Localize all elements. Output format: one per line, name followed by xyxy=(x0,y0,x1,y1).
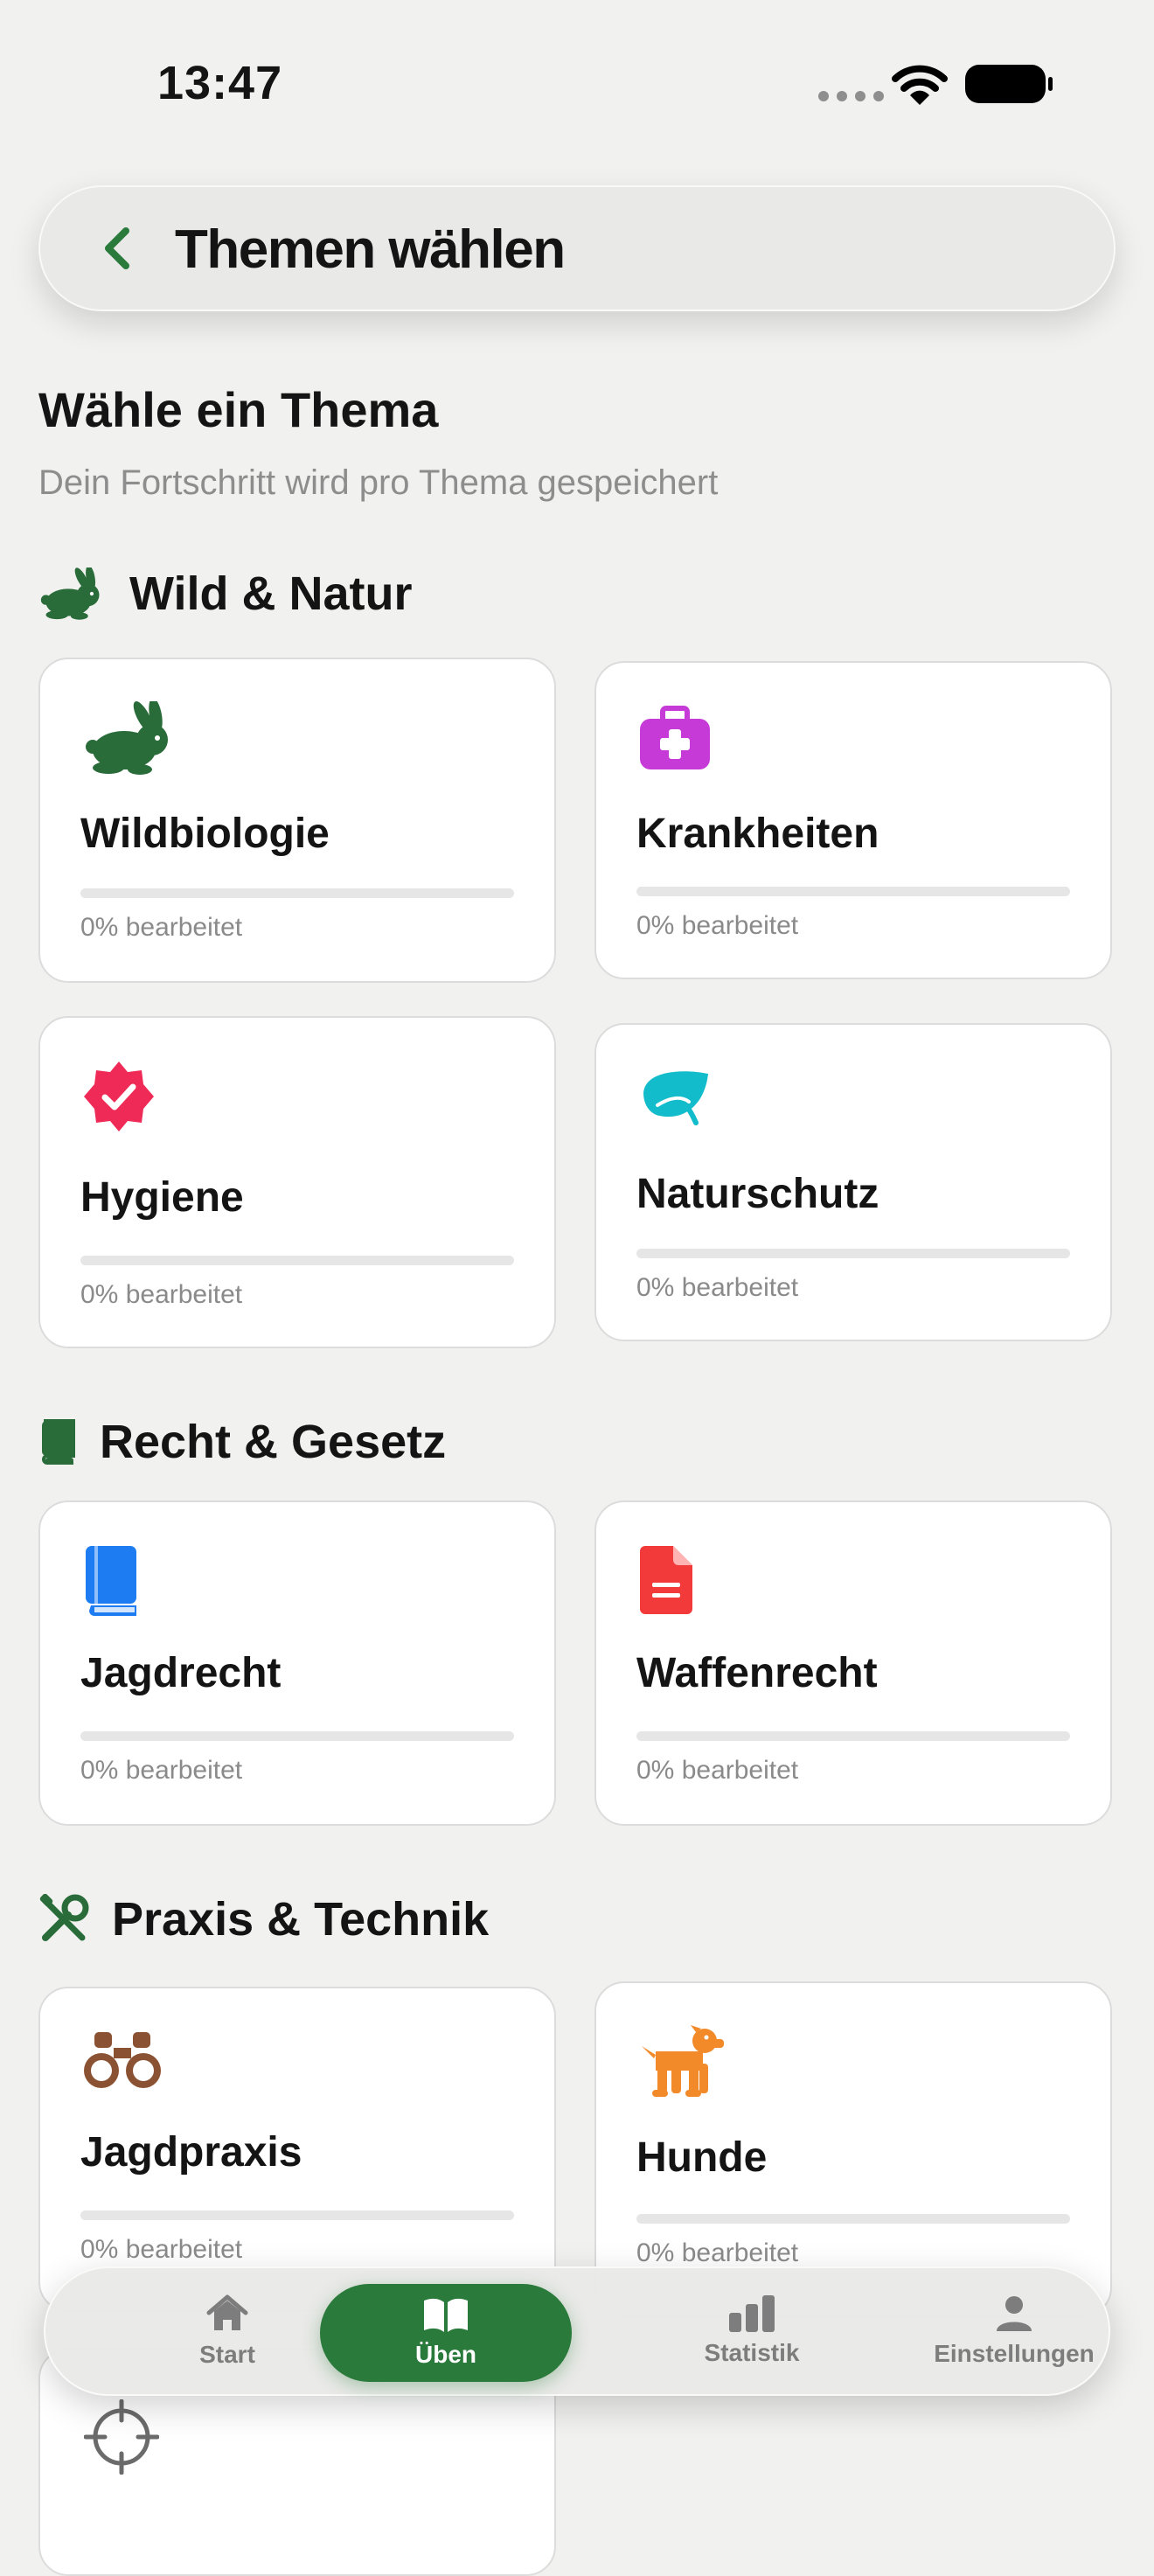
progress-text: 0% bearbeitet xyxy=(636,1756,799,1785)
rabbit-icon xyxy=(40,567,100,620)
progress-bar xyxy=(636,1249,1070,1258)
progress-text: 0% bearbeitet xyxy=(80,913,243,942)
navigation-bar: Themen wählen xyxy=(38,185,1116,311)
topic-title: Naturschutz xyxy=(636,1171,879,1217)
house-icon xyxy=(206,2294,248,2330)
document-icon xyxy=(640,1546,692,1614)
progress-bar xyxy=(80,1256,514,1265)
person-icon xyxy=(997,2296,1032,2331)
section-header-praxis-technik: Praxis & Technik xyxy=(38,1892,489,1946)
battery-icon xyxy=(965,65,1053,103)
tab-label: Statistik xyxy=(704,2339,800,2366)
tab-ueben[interactable]: Üben xyxy=(320,2284,572,2382)
back-chevron-icon[interactable] xyxy=(87,217,150,280)
book-icon xyxy=(86,1546,136,1616)
progress-text: 0% bearbeitet xyxy=(636,911,799,940)
topic-card-wildbiologie[interactable]: Wildbiologie 0% bearbeitet xyxy=(38,658,556,983)
topic-card-jagdrecht[interactable]: Jagdrecht 0% bearbeitet xyxy=(38,1500,556,1826)
tab-label: Einstellungen xyxy=(934,2340,1095,2367)
page-heading: Wähle ein Thema xyxy=(38,382,439,437)
medical-kit-icon xyxy=(640,706,710,769)
tab-label: Start xyxy=(199,2341,255,2368)
binoculars-icon xyxy=(84,2032,161,2088)
verified-badge-icon xyxy=(84,1062,154,1131)
topic-card-jagdpraxis[interactable]: Jagdpraxis 0% bearbeitet xyxy=(38,1987,556,2312)
progress-bar xyxy=(636,887,1070,896)
topic-title: Waffenrecht xyxy=(636,1650,878,1696)
tab-label: Üben xyxy=(415,2341,476,2368)
dog-icon xyxy=(642,2025,724,2097)
topic-title: Hygiene xyxy=(80,1174,244,1221)
section-title: Praxis & Technik xyxy=(112,1893,490,1946)
rabbit-icon xyxy=(86,701,168,775)
progress-bar xyxy=(80,2210,514,2220)
topic-card-waffenrecht[interactable]: Waffenrecht 0% bearbeitet xyxy=(594,1500,1112,1826)
progress-text: 0% bearbeitet xyxy=(80,1756,243,1785)
section-header-wild-natur: Wild & Natur xyxy=(38,567,413,621)
tab-einstellungen[interactable]: Einstellungen xyxy=(866,2266,1154,2396)
cellular-signal-icon xyxy=(818,91,884,101)
section-header-recht-gesetz: Recht & Gesetz xyxy=(38,1415,446,1469)
topic-title: Jagdrecht xyxy=(80,1650,282,1696)
status-time: 13:47 xyxy=(157,57,283,109)
topic-card-krankheiten[interactable]: Krankheiten 0% bearbeitet xyxy=(594,661,1112,979)
progress-text: 0% bearbeitet xyxy=(80,1280,243,1309)
topic-title: Hunde xyxy=(636,2134,768,2181)
tab-start[interactable]: Start xyxy=(96,2266,358,2396)
book-icon xyxy=(42,1419,75,1465)
progress-bar xyxy=(636,1731,1070,1741)
tools-icon xyxy=(39,1894,89,1941)
topic-card-hygiene[interactable]: Hygiene 0% bearbeitet xyxy=(38,1016,556,1348)
section-title: Wild & Natur xyxy=(129,567,413,620)
tab-bar: Start Üben Statistik Einstellungen xyxy=(44,2266,1110,2396)
topic-title: Jagdpraxis xyxy=(80,2129,302,2176)
nav-title: Themen wählen xyxy=(175,219,566,280)
topic-card-naturschutz[interactable]: Naturschutz 0% bearbeitet xyxy=(594,1023,1112,1341)
progress-text: 0% bearbeitet xyxy=(636,2238,799,2267)
status-bar: 13:47 xyxy=(0,0,1154,166)
open-book-icon xyxy=(424,2298,468,2332)
topic-title: Wildbiologie xyxy=(80,811,330,857)
bar-chart-icon xyxy=(729,2295,775,2332)
topic-title: Krankheiten xyxy=(636,811,879,857)
section-title: Recht & Gesetz xyxy=(100,1416,447,1468)
progress-bar xyxy=(80,888,514,898)
tab-statistik[interactable]: Statistik xyxy=(621,2266,883,2396)
leaf-icon xyxy=(643,1071,708,1125)
progress-text: 0% bearbeitet xyxy=(636,1273,799,1302)
progress-bar xyxy=(636,2214,1070,2224)
wifi-icon xyxy=(892,65,948,105)
crosshair-icon xyxy=(84,2399,159,2475)
page-subtitle: Dein Fortschritt wird pro Thema gespeich… xyxy=(38,463,719,502)
progress-text: 0% bearbeitet xyxy=(80,2235,243,2264)
progress-bar xyxy=(80,1731,514,1741)
